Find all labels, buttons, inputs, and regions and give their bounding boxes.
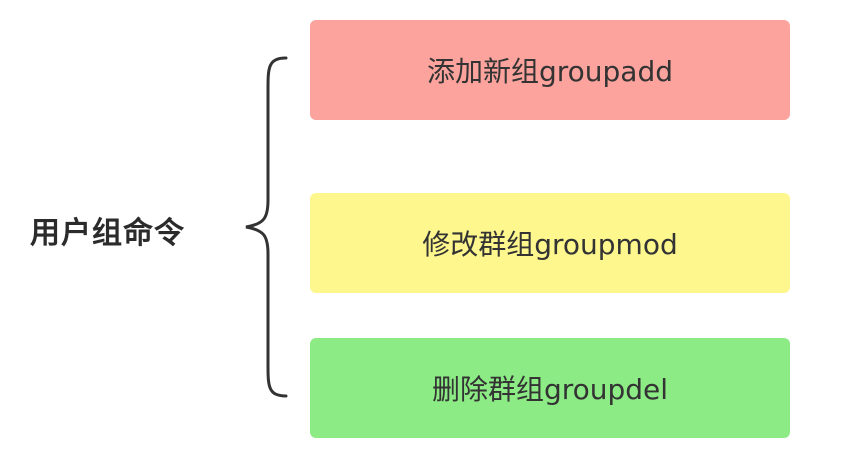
curly-brace-connector — [245, 56, 288, 398]
diagram-canvas: 用户组命令 添加新组groupadd 修改群组groupmod 删除群组grou… — [0, 0, 849, 456]
root-node-label: 用户组命令 — [30, 216, 185, 251]
node-groupadd-label: 添加新组groupadd — [426, 55, 674, 88]
node-groupmod-label: 修改群组groupmod — [422, 228, 678, 261]
node-groupadd: 添加新组groupadd — [310, 20, 790, 120]
node-groupmod: 修改群组groupmod — [310, 193, 790, 293]
node-groupdel-label: 删除群组groupdel — [431, 373, 669, 406]
node-groupdel: 删除群组groupdel — [310, 338, 790, 438]
